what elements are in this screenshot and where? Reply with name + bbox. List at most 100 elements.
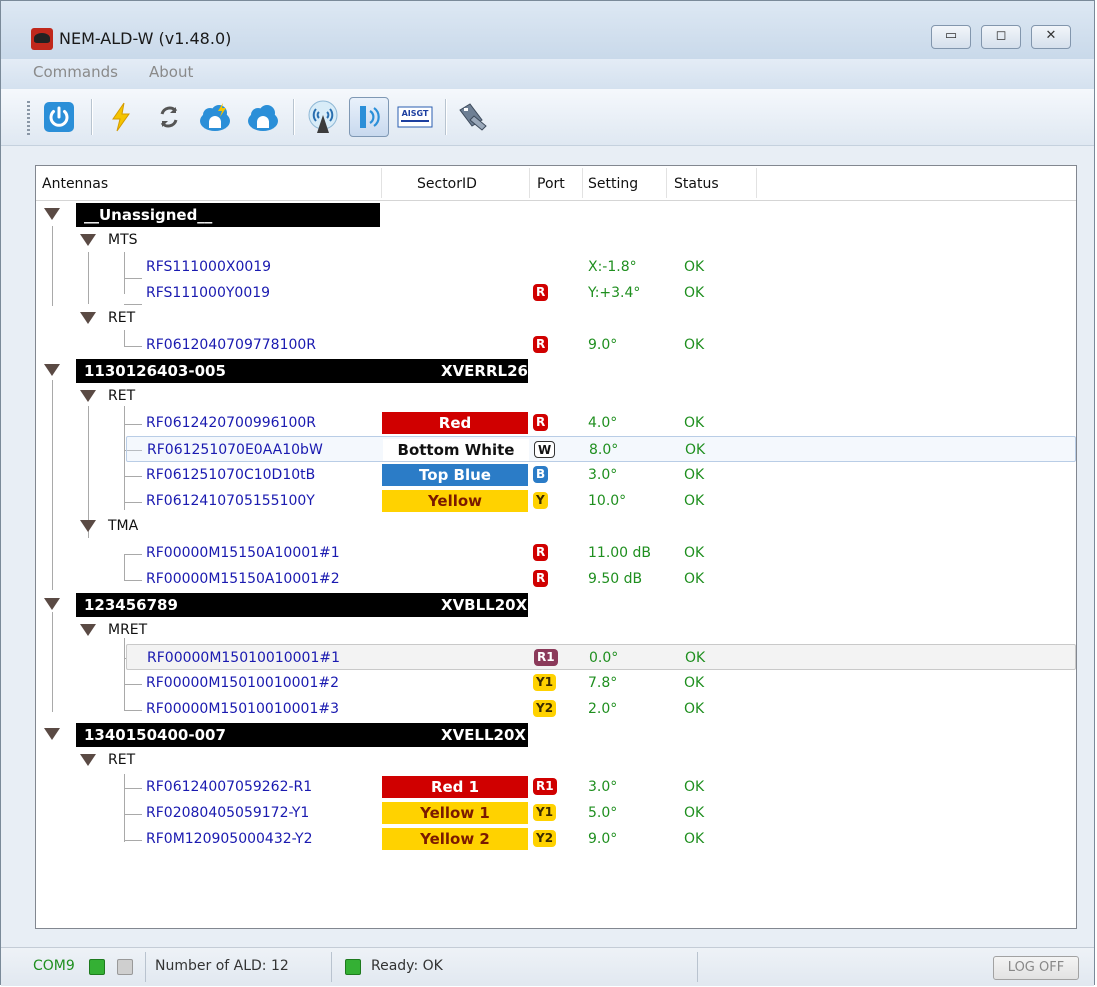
expand-triangle-icon[interactable] xyxy=(80,312,96,324)
tree-row-group[interactable]: __Unassigned__ xyxy=(36,202,1076,228)
signal-button[interactable] xyxy=(349,97,389,137)
column-antennas[interactable]: Antennas xyxy=(42,176,108,192)
tree-row-subgroup[interactable]: RET xyxy=(36,306,1076,332)
maximize-button[interactable]: ◻ xyxy=(981,25,1021,49)
maximize-icon: ◻ xyxy=(995,28,1007,43)
device-status: OK xyxy=(684,571,705,587)
column-divider[interactable] xyxy=(582,168,583,198)
window-title: NEM-ALD-W (v1.48.0) xyxy=(59,29,232,48)
tree-row-device[interactable]: RF00000M15010010001#3 Y2 2.0° OK xyxy=(36,696,1076,722)
menu-commands[interactable]: Commands xyxy=(33,63,118,81)
tree-row-device[interactable]: RF06124007059262-R1 Red 1 R1 3.0° OK xyxy=(36,774,1076,800)
expand-triangle-icon[interactable] xyxy=(80,624,96,636)
tree-row-device[interactable]: RF061251070C10D10tB Top Blue B 3.0° OK xyxy=(36,462,1076,488)
column-divider[interactable] xyxy=(529,168,530,198)
minimize-button[interactable]: ▭ xyxy=(931,25,971,49)
connector-icon xyxy=(459,103,487,131)
tree-row-device-hover[interactable]: RF00000M15010010001#1 R1 0.0° OK xyxy=(126,644,1076,670)
column-port[interactable]: Port xyxy=(537,176,565,192)
device-name: RF0M120905000432-Y2 xyxy=(146,831,313,847)
tree-row-device[interactable]: RF0612420700996100R Red R 4.0° OK xyxy=(36,410,1076,436)
sector-badge: Yellow xyxy=(382,490,528,512)
tree-row-device[interactable]: RF00000M15010010001#2 Y1 7.8° OK xyxy=(36,670,1076,696)
port-badge: B xyxy=(533,466,549,483)
device-setting: X:-1.8° xyxy=(588,259,637,275)
menu-about[interactable]: About xyxy=(149,63,193,81)
column-setting[interactable]: Setting xyxy=(588,176,638,192)
tree-row-subgroup[interactable]: TMA xyxy=(36,514,1076,540)
close-icon: ✕ xyxy=(1045,28,1057,43)
subgroup-name: MRET xyxy=(108,622,148,638)
device-status: OK xyxy=(684,701,705,717)
tree-row-device-selected[interactable]: RF061251070E0AA10bW Bottom White W 8.0° … xyxy=(126,436,1076,462)
lightning-icon xyxy=(112,102,130,132)
port-badge: Y1 xyxy=(533,674,557,691)
expand-triangle-icon[interactable] xyxy=(80,520,96,532)
group-sector: XVERRL26 xyxy=(441,362,528,380)
column-status[interactable]: Status xyxy=(674,176,719,192)
connect-button[interactable] xyxy=(453,97,493,137)
upload-config-button[interactable] xyxy=(195,97,235,137)
tree-row-subgroup[interactable]: MTS xyxy=(36,228,1076,254)
column-divider[interactable] xyxy=(381,168,382,198)
device-name: RF00000M15150A10001#2 xyxy=(146,571,340,587)
antenna-button[interactable] xyxy=(303,97,343,137)
device-setting: 3.0° xyxy=(588,779,618,795)
refresh-button[interactable] xyxy=(149,97,189,137)
tree-row-device[interactable]: RF0M120905000432-Y2 Yellow 2 Y2 9.0° OK xyxy=(36,826,1076,852)
device-status: OK xyxy=(685,650,706,666)
port-badge: R xyxy=(533,544,549,561)
antenna-tree[interactable]: Antennas SectorID Port Setting Status __… xyxy=(35,165,1077,929)
ready-led-icon xyxy=(345,959,361,975)
cloud-button[interactable] xyxy=(243,97,283,137)
expand-triangle-icon[interactable] xyxy=(80,234,96,246)
expand-triangle-icon[interactable] xyxy=(44,598,60,610)
device-name: RF00000M15150A10001#1 xyxy=(146,545,340,561)
device-status: OK xyxy=(684,337,705,353)
tree-row-group[interactable]: 123456789 XVBLL20X xyxy=(36,592,1076,618)
device-name: RF0612410705155100Y xyxy=(146,493,315,509)
column-divider[interactable] xyxy=(666,168,667,198)
device-status: OK xyxy=(684,415,705,431)
expand-triangle-icon[interactable] xyxy=(80,390,96,402)
port-badge: Y1 xyxy=(533,804,557,821)
sector-badge: Top Blue xyxy=(382,464,528,486)
status-separator xyxy=(697,952,698,982)
tree-row-device[interactable]: RF02080405059172-Y1 Yellow 1 Y1 5.0° OK xyxy=(36,800,1076,826)
title-bar[interactable]: NEM-ALD-W (v1.48.0) ▭ ◻ ✕ xyxy=(1,1,1094,59)
expand-triangle-icon[interactable] xyxy=(44,208,60,220)
tree-row-device[interactable]: RFS111000X0019 X:-1.8° OK xyxy=(36,254,1076,280)
column-sectorid[interactable]: SectorID xyxy=(417,176,477,192)
expand-triangle-icon[interactable] xyxy=(44,728,60,740)
expand-triangle-icon[interactable] xyxy=(80,754,96,766)
device-setting: 0.0° xyxy=(589,650,619,666)
aisgt-icon: AISGT xyxy=(397,106,433,128)
menu-bar: Commands About xyxy=(1,59,1094,89)
tree-row-group[interactable]: 1340150400-007 XVELL20X xyxy=(36,722,1076,748)
expand-triangle-icon[interactable] xyxy=(44,364,60,376)
log-off-button[interactable]: LOG OFF xyxy=(993,956,1079,980)
group-name: 1340150400-007 XVELL20X xyxy=(76,723,528,747)
tree-row-device[interactable]: RF0612410705155100Y Yellow Y 10.0° OK xyxy=(36,488,1076,514)
close-button[interactable]: ✕ xyxy=(1031,25,1071,49)
toolbar-grip[interactable] xyxy=(27,101,30,135)
tree-row-subgroup[interactable]: MRET xyxy=(36,618,1076,644)
group-name: 123456789 XVBLL20X xyxy=(76,593,528,617)
sector-badge: Red 1 xyxy=(382,776,528,798)
device-setting: 3.0° xyxy=(588,467,618,483)
device-setting: 2.0° xyxy=(588,701,618,717)
tree-row-device[interactable]: RF0612040709778100R R 9.0° OK xyxy=(36,332,1076,358)
device-setting: 5.0° xyxy=(588,805,618,821)
tree-row-subgroup[interactable]: RET xyxy=(36,748,1076,774)
power-button[interactable] xyxy=(39,97,79,137)
scan-button[interactable] xyxy=(101,97,141,137)
tree-row-group[interactable]: 1130126403-005 XVERRL26 xyxy=(36,358,1076,384)
tree-row-device[interactable]: RFS111000Y0019 R Y:+3.4° OK xyxy=(36,280,1076,306)
tree-row-device[interactable]: RF00000M15150A10001#2 R 9.50 dB OK xyxy=(36,566,1076,592)
tree-row-subgroup[interactable]: RET xyxy=(36,384,1076,410)
tree-row-device[interactable]: RF00000M15150A10001#1 R 11.00 dB OK xyxy=(36,540,1076,566)
port-badge: R1 xyxy=(534,649,558,666)
aisgt-button[interactable]: AISGT xyxy=(395,97,435,137)
column-divider[interactable] xyxy=(756,168,757,198)
device-setting: 10.0° xyxy=(588,493,627,509)
